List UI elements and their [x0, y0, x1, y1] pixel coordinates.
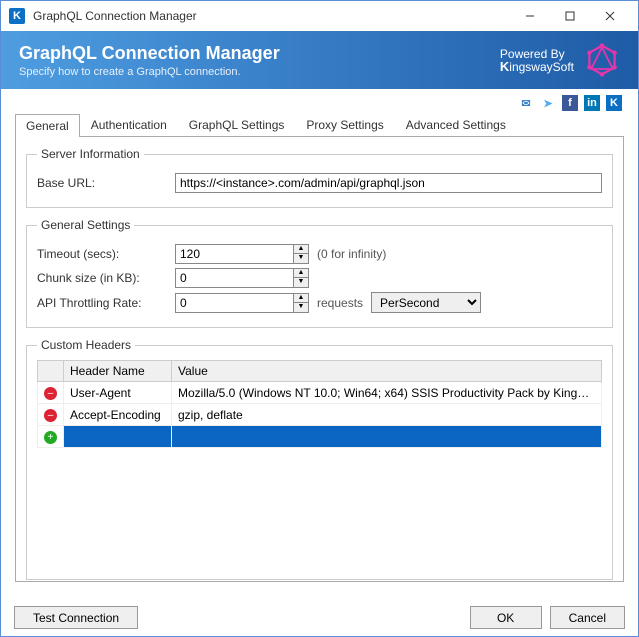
linkedin-icon[interactable]: in: [584, 95, 600, 111]
header-name-cell[interactable]: User-Agent: [64, 382, 172, 404]
tab-bar: General Authentication GraphQL Settings …: [1, 113, 638, 136]
timeout-label: Timeout (secs):: [37, 247, 167, 261]
header-value-cell[interactable]: Mozilla/5.0 (Windows NT 10.0; Win64; x64…: [172, 382, 602, 404]
test-connection-button[interactable]: Test Connection: [14, 606, 138, 629]
banner-subtitle: Specify how to create a GraphQL connecti…: [19, 66, 500, 78]
custom-headers-legend: Custom Headers: [37, 338, 135, 352]
title-bar: K GraphQL Connection Manager: [1, 1, 638, 31]
throttle-mode-select[interactable]: PerSecond: [371, 292, 481, 313]
maximize-button[interactable]: [550, 1, 590, 31]
table-row[interactable]: – User-Agent Mozilla/5.0 (Windows NT 10.…: [38, 382, 602, 404]
graphql-hexagon-icon: [584, 42, 620, 78]
banner-title: GraphQL Connection Manager: [19, 43, 500, 64]
kingswaysoft-icon[interactable]: K: [606, 95, 622, 111]
chunk-size-label: Chunk size (in KB):: [37, 271, 167, 285]
add-row-icon[interactable]: +: [44, 431, 57, 444]
header-value-cell-empty[interactable]: [172, 426, 602, 448]
timeout-spinner[interactable]: ▲▼: [293, 244, 309, 264]
custom-headers-table: Header Name Value – User-Agent Mozilla/5…: [37, 360, 602, 448]
social-links: ✉ ➤ f in K: [1, 89, 638, 113]
tab-advanced-settings[interactable]: Advanced Settings: [395, 113, 517, 136]
table-row[interactable]: – Accept-Encoding gzip, deflate: [38, 404, 602, 426]
delete-row-icon[interactable]: –: [44, 409, 57, 422]
tab-graphql-settings[interactable]: GraphQL Settings: [178, 113, 296, 136]
col-icon: [38, 361, 64, 382]
table-row-new[interactable]: +: [38, 426, 602, 448]
server-information-legend: Server Information: [37, 147, 144, 161]
tab-general[interactable]: General: [15, 114, 80, 137]
app-logo-icon: K: [9, 8, 25, 24]
tab-proxy-settings[interactable]: Proxy Settings: [295, 113, 394, 136]
minimize-button[interactable]: [510, 1, 550, 31]
tab-authentication[interactable]: Authentication: [80, 113, 178, 136]
dialog-footer: Test Connection OK Cancel: [14, 606, 625, 629]
window-title: GraphQL Connection Manager: [33, 9, 510, 23]
base-url-label: Base URL:: [37, 176, 167, 190]
throttle-unit-label: requests: [317, 296, 363, 310]
general-settings-group: General Settings Timeout (secs): ▲▼ (0 f…: [26, 218, 613, 328]
col-header-name: Header Name: [64, 361, 172, 382]
base-url-input[interactable]: [175, 173, 602, 193]
cancel-button[interactable]: Cancel: [550, 606, 625, 629]
close-button[interactable]: [590, 1, 630, 31]
powered-by-label: Powered By KingswaySoft: [500, 48, 574, 73]
header-name-cell-empty[interactable]: [64, 426, 172, 448]
twitter-icon[interactable]: ➤: [540, 95, 556, 111]
throttle-input[interactable]: [175, 293, 293, 313]
delete-row-icon[interactable]: –: [44, 387, 57, 400]
tab-content-general: Server Information Base URL: General Set…: [15, 136, 624, 582]
chunk-size-spinner[interactable]: ▲▼: [293, 268, 309, 288]
throttle-label: API Throttling Rate:: [37, 296, 167, 310]
facebook-icon[interactable]: f: [562, 95, 578, 111]
general-settings-legend: General Settings: [37, 218, 134, 232]
ok-button[interactable]: OK: [470, 606, 542, 629]
col-header-value: Value: [172, 361, 602, 382]
email-icon[interactable]: ✉: [518, 95, 534, 111]
header-value-cell[interactable]: gzip, deflate: [172, 404, 602, 426]
timeout-hint: (0 for infinity): [317, 247, 386, 261]
timeout-input[interactable]: [175, 244, 293, 264]
throttle-spinner[interactable]: ▲▼: [293, 293, 309, 313]
custom-headers-group: Custom Headers Header Name Value – User-…: [26, 338, 613, 580]
header-name-cell[interactable]: Accept-Encoding: [64, 404, 172, 426]
chunk-size-input[interactable]: [175, 268, 293, 288]
banner: GraphQL Connection Manager Specify how t…: [1, 31, 638, 89]
server-information-group: Server Information Base URL:: [26, 147, 613, 208]
